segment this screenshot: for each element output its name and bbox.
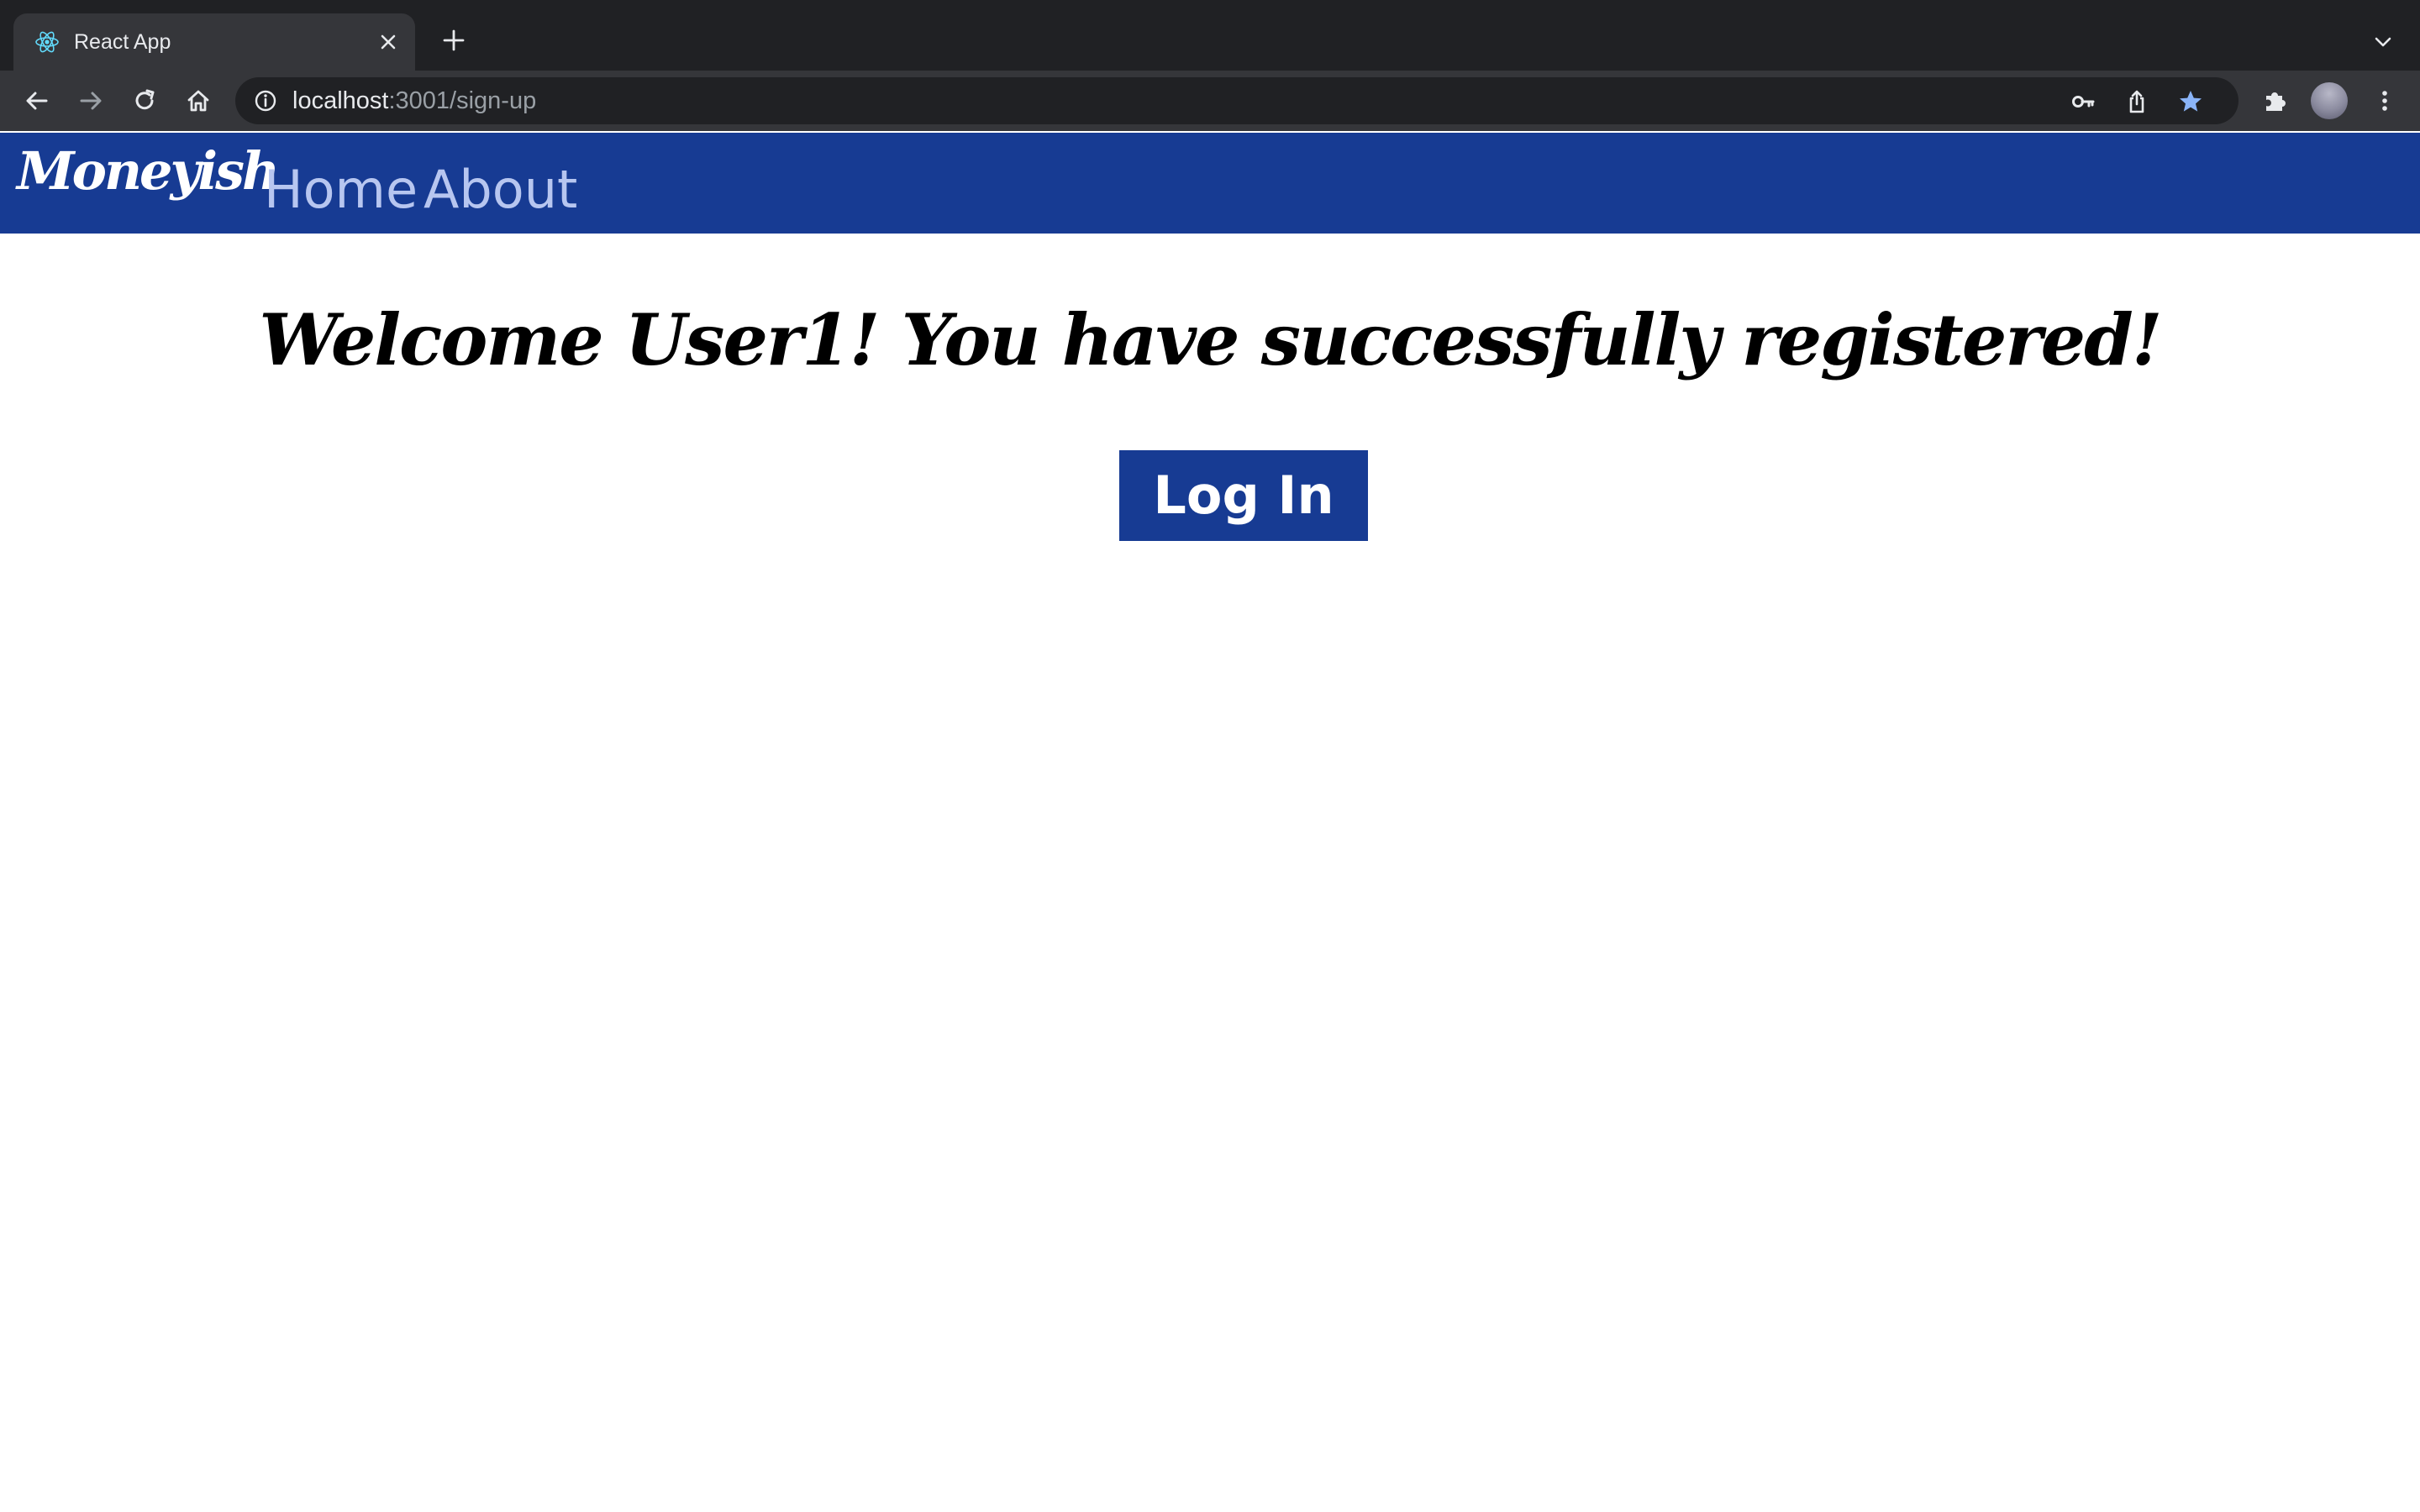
browser-tab-strip: React App <box>0 0 2420 71</box>
browser-toolbar: localhost:3001/sign-up <box>0 71 2420 131</box>
reload-icon[interactable] <box>131 87 158 114</box>
url-text[interactable]: localhost:3001/sign-up <box>292 87 536 114</box>
key-icon[interactable] <box>2070 89 2096 114</box>
info-icon[interactable] <box>254 89 277 113</box>
close-tab-icon[interactable] <box>378 32 398 52</box>
extensions-puzzle-icon[interactable] <box>2262 87 2289 114</box>
url-path: :3001/sign-up <box>388 87 537 114</box>
welcome-heading: Welcome User1! You have successfully reg… <box>259 298 2162 381</box>
browser-tab[interactable]: React App <box>13 13 415 71</box>
home-icon[interactable] <box>185 87 212 114</box>
nav-link-home[interactable]: Home <box>264 156 418 223</box>
brand-logo[interactable]: Moneyish <box>17 138 280 205</box>
react-icon <box>35 31 59 53</box>
share-icon[interactable] <box>2124 89 2149 114</box>
bookmark-star-icon[interactable] <box>2178 89 2203 114</box>
nav-link-about[interactable]: About <box>424 156 577 223</box>
url-host: localhost <box>292 87 389 114</box>
back-arrow-icon[interactable] <box>24 87 50 114</box>
address-bar[interactable]: localhost:3001/sign-up <box>235 77 2238 124</box>
profile-avatar[interactable] <box>2311 82 2348 119</box>
tab-title: React App <box>74 30 171 54</box>
forward-arrow-icon[interactable] <box>77 87 104 114</box>
new-tab-icon[interactable] <box>442 29 466 52</box>
log-in-button[interactable]: Log In <box>1119 450 1368 541</box>
app-header: Moneyish Home About <box>0 133 2420 234</box>
chevron-down-icon[interactable] <box>2373 32 2393 52</box>
more-menu-icon[interactable] <box>2371 87 2398 114</box>
